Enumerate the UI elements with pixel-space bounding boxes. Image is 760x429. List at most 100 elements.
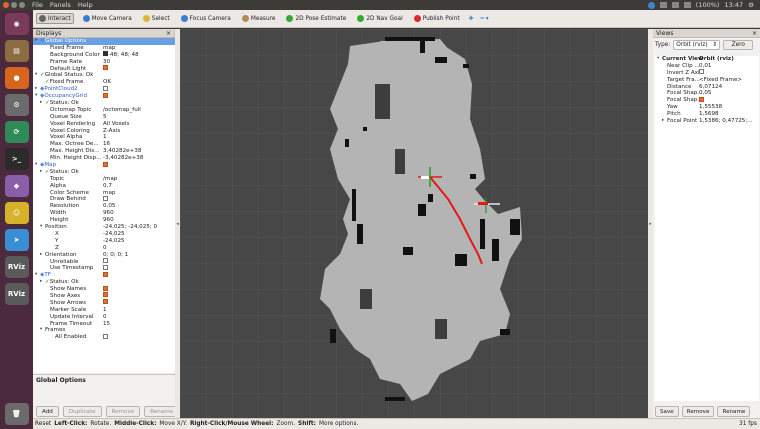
menu-panels[interactable]: Panels	[50, 1, 71, 9]
checkbox[interactable]	[103, 299, 108, 305]
close-icon[interactable]: ×	[166, 30, 171, 37]
tree-row-queue-size[interactable]: Queue Size 5	[33, 114, 175, 121]
volume-icon[interactable]	[683, 2, 691, 8]
remove-tool-icon[interactable]: ━ ▾	[480, 16, 488, 22]
tree-row-frame-timeout[interactable]: Frame Timeout 15	[33, 321, 175, 328]
tree-row-voxel-coloring[interactable]: Voxel Coloring Z-Axis	[33, 128, 175, 135]
rviz-app2-icon[interactable]: RViz	[4, 283, 29, 305]
tool-move-camera[interactable]: Move Camera	[81, 14, 134, 23]
clock-label[interactable]: 13:47	[724, 1, 743, 9]
tree-row-width[interactable]: Width 960	[33, 210, 175, 217]
color-swatch[interactable]	[103, 51, 108, 57]
tree-row-y[interactable]: Y -24,025	[33, 238, 175, 245]
tree-row-default-light[interactable]: Default Light	[33, 65, 175, 73]
3d-viewport[interactable]	[180, 29, 648, 418]
tree-row-x[interactable]: X -24,025	[33, 231, 175, 238]
close-window-button[interactable]	[3, 2, 9, 8]
checkbox[interactable]	[103, 257, 108, 263]
checkbox[interactable]	[103, 65, 108, 71]
tree-row-octomap-topic[interactable]: Octomap Topic/octomap_full	[33, 107, 175, 114]
checkbox[interactable]	[103, 292, 108, 298]
checkbox[interactable]	[699, 69, 704, 75]
close-icon[interactable]: ×	[752, 30, 757, 37]
rviz-icon[interactable]: ◆	[4, 175, 29, 197]
tree-row-show-arrows[interactable]: Show Arrows	[33, 299, 175, 307]
tree-row-global-status-ok[interactable]: ▾ ✓ Global Status: Ok	[33, 72, 175, 79]
power-icon[interactable]: ⚙	[748, 1, 754, 9]
tree-row-all-enabled[interactable]: All Enabled	[33, 333, 175, 342]
tree-row-z[interactable]: Z0	[33, 245, 175, 252]
checkbox[interactable]	[103, 92, 108, 98]
tree-row-current-view[interactable]: ▾ Current View Orbit (rviz)	[655, 56, 759, 63]
dropbox-icon[interactable]	[647, 1, 655, 9]
checkbox[interactable]	[103, 271, 108, 277]
tree-row-status-ok[interactable]: ▸ ✓ Status: Ok	[33, 169, 175, 176]
minimize-window-button[interactable]	[11, 2, 17, 8]
rename-view-button[interactable]: Rename	[717, 406, 751, 417]
tree-row-map[interactable]: ▾ ◆ Map	[33, 161, 175, 169]
duplicate-button[interactable]: Duplicate	[62, 406, 102, 417]
tree-row-pitch[interactable]: Pitch 1,5698	[655, 111, 759, 118]
tree-row-voxel-alpha[interactable]: Voxel Alpha 1	[33, 134, 175, 141]
view-type-select[interactable]: Orbit (rviz) ⇕	[673, 40, 721, 50]
tree-row-marker-scale[interactable]: Marker Scale 1	[33, 307, 175, 314]
add-button[interactable]: Add	[36, 406, 59, 417]
tree-row-yaw[interactable]: Yaw 1,55538	[655, 104, 759, 111]
tree-row-tf[interactable]: ▾ ◆ TF	[33, 271, 175, 279]
tree-row-focal-shap-[interactable]: Focal Shap...	[655, 96, 759, 104]
rename-button[interactable]: Rename	[144, 406, 180, 417]
tree-row-max-octree-de-[interactable]: Max. Octree De... 16	[33, 141, 175, 148]
tree-row-draw-behind[interactable]: Draw Behind	[33, 195, 175, 203]
zero-button[interactable]: Zero	[723, 40, 754, 50]
settings-icon[interactable]: ⚙	[4, 94, 29, 116]
add-tool-icon[interactable]: ✚	[469, 16, 474, 22]
tool-focus-camera[interactable]: Focus Camera	[179, 14, 233, 23]
tree-row-position[interactable]: ▾ Position -24,025; -24,025; 0	[33, 224, 175, 231]
tree-row-global-options[interactable]: ▾ ⚙ Global Options	[33, 38, 175, 45]
property-value[interactable]	[103, 333, 173, 342]
trash-icon[interactable]: 🗑	[4, 403, 29, 425]
terminal-icon[interactable]: >_	[4, 148, 29, 170]
files-icon[interactable]: ▤	[4, 40, 29, 62]
checkbox[interactable]	[103, 285, 108, 291]
reset-button[interactable]: Reset	[35, 421, 51, 427]
tree-row-distance[interactable]: Distance 6,07124	[655, 84, 759, 91]
tool-publish-point[interactable]: Publish Point	[412, 14, 462, 23]
checkbox[interactable]	[103, 195, 108, 201]
views-tree[interactable]: ▾ Current View Orbit (rviz) Near Clip ... 0,…	[655, 56, 759, 401]
tree-row-status-ok[interactable]: ▸ ✓ Status: Ok	[33, 100, 175, 107]
remove-button[interactable]: Remove	[105, 406, 141, 417]
checkbox[interactable]	[103, 85, 108, 91]
tree-row-update-interval[interactable]: Update Interval 0	[33, 314, 175, 321]
face-icon[interactable]: ☺	[4, 202, 29, 224]
tree-row-max-height-dis-[interactable]: Max. Height Dis... 3,40282e+38	[33, 148, 175, 155]
tree-row-resolution[interactable]: Resolution 0,05	[33, 203, 175, 210]
tool-interact[interactable]: Interact	[36, 13, 74, 24]
remove-view-button[interactable]: Remove	[681, 406, 715, 417]
checkbox[interactable]	[699, 96, 704, 102]
network-icon[interactable]	[671, 2, 679, 8]
tree-row-focal-point[interactable]: ▸ Focal Point 1,5386; 0,47725;...	[655, 118, 759, 125]
checkbox[interactable]	[103, 264, 108, 270]
keyboard-icon[interactable]	[659, 2, 667, 8]
checkbox[interactable]	[103, 333, 108, 339]
map-canvas[interactable]	[180, 29, 648, 418]
tree-row-voxel-rendering[interactable]: Voxel Rendering All Voxels	[33, 121, 175, 128]
tool-select[interactable]: Select	[141, 14, 172, 23]
firefox-icon[interactable]: ●	[4, 67, 29, 89]
tree-row-height[interactable]: Height 960	[33, 217, 175, 224]
checkbox[interactable]	[103, 161, 108, 167]
tool-2d-nav-goal[interactable]: 2D Nav Goal	[355, 14, 404, 23]
maximize-window-button[interactable]	[19, 2, 25, 8]
tree-row-topic[interactable]: Topic/map	[33, 176, 175, 183]
tree-row-alpha[interactable]: Alpha 0,7	[33, 183, 175, 190]
menu-file[interactable]: File	[32, 1, 43, 9]
menu-help[interactable]: Help	[78, 1, 93, 9]
displays-tree[interactable]: ▾ ⚙ Global Options Fixed Frame map Backgroun…	[33, 38, 175, 373]
tree-row-background-color[interactable]: Background Color 48; 48; 48	[33, 51, 175, 59]
telegram-icon[interactable]: ➤	[4, 229, 29, 251]
rviz-app-icon[interactable]: RViz	[4, 256, 29, 278]
dash-icon[interactable]: ◉	[4, 13, 29, 35]
tool-2d-pose-estimate[interactable]: 2D Pose Estimate	[284, 14, 348, 23]
tool-measure[interactable]: Measure	[240, 14, 278, 23]
